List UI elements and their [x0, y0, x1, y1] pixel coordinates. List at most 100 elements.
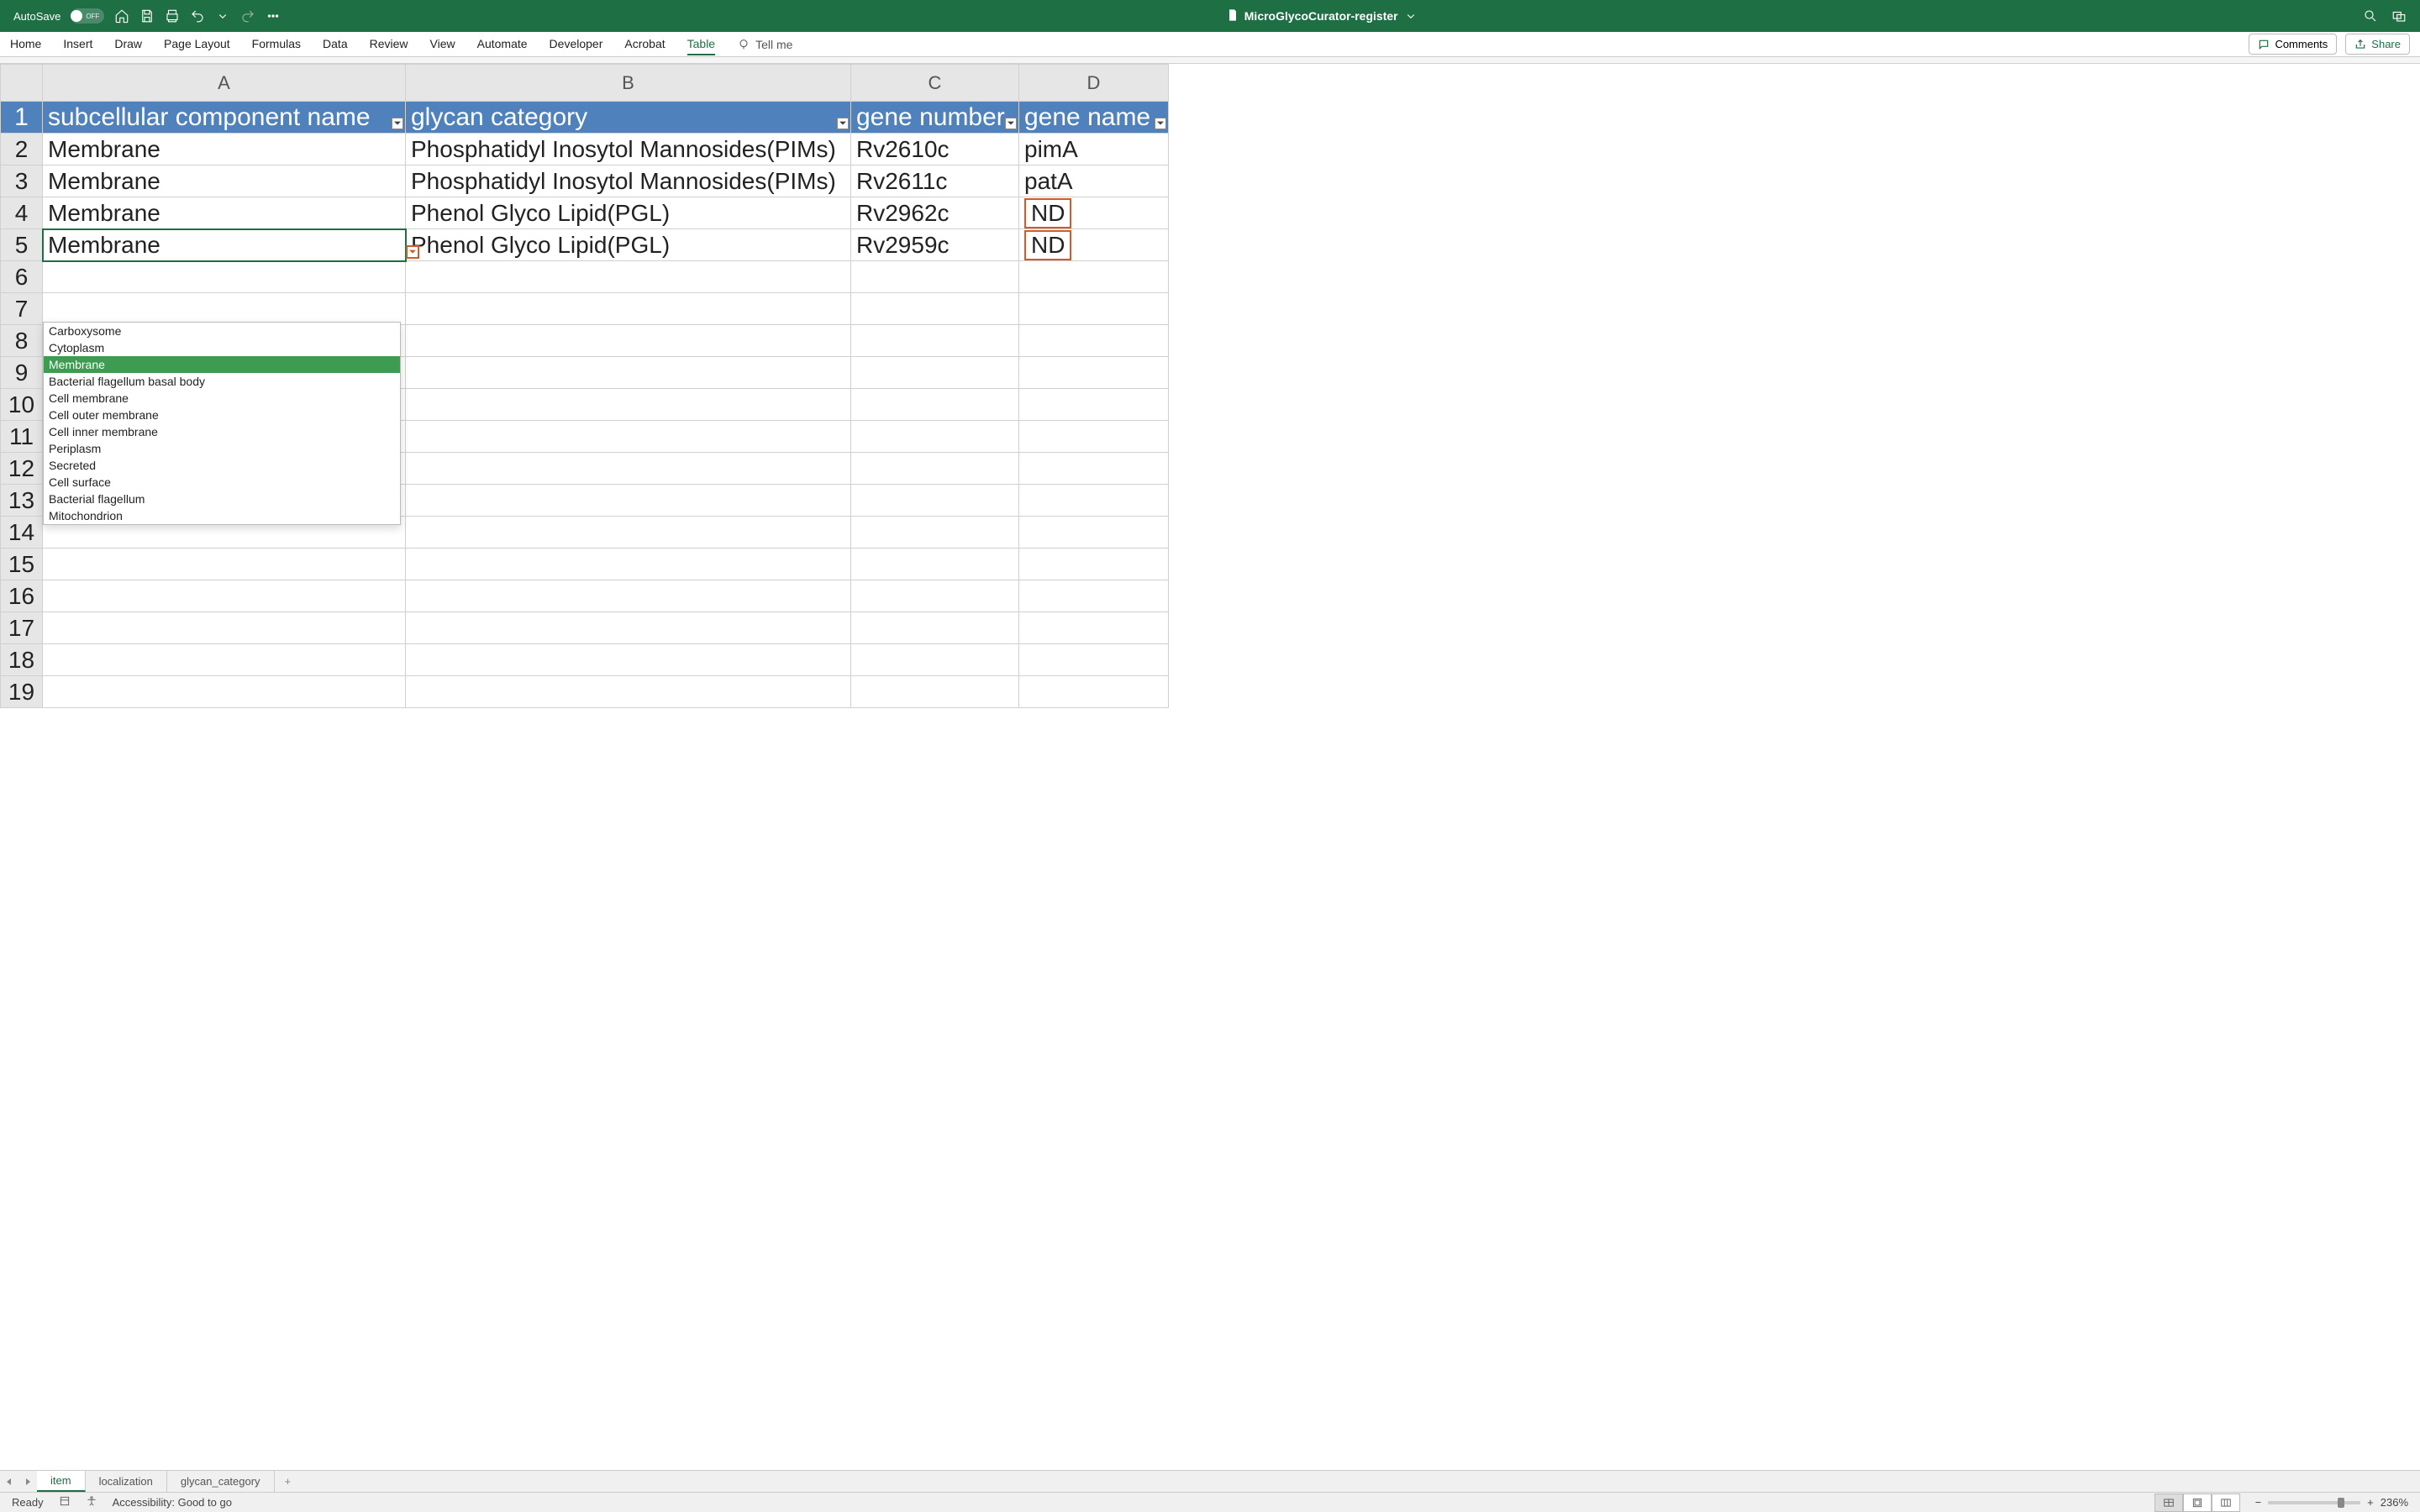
table-row[interactable]: 5 Membrane Phenol Glyco Lipid(PGL) Rv295…	[1, 229, 1169, 261]
more-icon[interactable]	[266, 8, 281, 24]
cell-B4[interactable]: Phenol Glyco Lipid(PGL)	[406, 197, 851, 229]
row-16[interactable]: 16	[1, 580, 43, 612]
table-header-row[interactable]: 1 subcellular component name glycan cate…	[1, 102, 1169, 134]
row-11[interactable]: 11	[1, 421, 43, 453]
view-page-layout[interactable]	[2183, 1494, 2212, 1512]
table-row[interactable]: 3 Membrane Phosphatidyl Inosytol Mannosi…	[1, 165, 1169, 197]
row-13[interactable]: 13	[1, 485, 43, 517]
sheet-nav-prev[interactable]	[0, 1471, 18, 1492]
row-6[interactable]: 6	[1, 261, 43, 293]
filter-icon[interactable]	[837, 118, 849, 129]
row-7[interactable]: 7	[1, 293, 43, 325]
dv-option[interactable]: Periplasm	[44, 440, 400, 457]
dv-option[interactable]: Cytoplasm	[44, 339, 400, 356]
cell-B5[interactable]: Phenol Glyco Lipid(PGL)	[406, 229, 851, 261]
row-4[interactable]: 4	[1, 197, 43, 229]
cell-C3[interactable]: Rv2611c	[851, 165, 1019, 197]
tellme[interactable]: Tell me	[737, 34, 792, 55]
hdr-gene-name[interactable]: gene name	[1019, 102, 1169, 134]
save-icon[interactable]	[139, 8, 155, 24]
row-8[interactable]: 8	[1, 325, 43, 357]
tab-review[interactable]: Review	[370, 34, 408, 55]
collapsed-formula-bar[interactable]	[0, 57, 2420, 64]
zoom-slider[interactable]	[2268, 1501, 2360, 1504]
dv-option[interactable]: Cell outer membrane	[44, 407, 400, 423]
tab-home[interactable]: Home	[10, 34, 41, 55]
cell-A4[interactable]: Membrane	[43, 197, 406, 229]
cell-D5[interactable]: ND	[1019, 229, 1169, 261]
row-3[interactable]: 3	[1, 165, 43, 197]
hdr-gene-number[interactable]: gene number	[851, 102, 1019, 134]
hdr-glycan[interactable]: glycan category	[406, 102, 851, 134]
data-validation-handle[interactable]	[406, 245, 419, 259]
col-D[interactable]: D	[1019, 65, 1169, 102]
row-17[interactable]: 17	[1, 612, 43, 644]
view-normal[interactable]	[2154, 1494, 2183, 1512]
dv-option[interactable]: Cell surface	[44, 474, 400, 491]
print-icon[interactable]	[165, 8, 180, 24]
row-10[interactable]: 10	[1, 389, 43, 421]
table-row[interactable]: 2 Membrane Phosphatidyl Inosytol Mannosi…	[1, 134, 1169, 165]
tab-developer[interactable]: Developer	[550, 34, 603, 55]
sheet-tab-localization[interactable]: localization	[86, 1471, 167, 1492]
home-icon[interactable]	[114, 8, 129, 24]
undo-dropdown-icon[interactable]	[215, 8, 230, 24]
select-all-corner[interactable]	[1, 65, 43, 102]
view-page-break[interactable]	[2212, 1494, 2240, 1512]
row-9[interactable]: 9	[1, 357, 43, 389]
dv-option[interactable]: Cell inner membrane	[44, 423, 400, 440]
row-19[interactable]: 19	[1, 676, 43, 708]
col-C[interactable]: C	[851, 65, 1019, 102]
cell-C4[interactable]: Rv2962c	[851, 197, 1019, 229]
comments-button[interactable]: Comments	[2249, 34, 2337, 55]
sheet-nav-next[interactable]	[18, 1471, 37, 1492]
row-14[interactable]: 14	[1, 517, 43, 549]
row-18[interactable]: 18	[1, 644, 43, 676]
undo-icon[interactable]	[190, 8, 205, 24]
cell-C5[interactable]: Rv2959c	[851, 229, 1019, 261]
hdr-subcellular[interactable]: subcellular component name	[43, 102, 406, 134]
column-headers[interactable]: A B C D	[1, 65, 1169, 102]
row-2[interactable]: 2	[1, 134, 43, 165]
sheet-tab-glycan-category[interactable]: glycan_category	[167, 1471, 275, 1492]
dv-option-selected[interactable]: Membrane	[44, 356, 400, 373]
row-1[interactable]: 1	[1, 102, 43, 134]
add-sheet-button[interactable]: +	[275, 1471, 302, 1492]
tab-insert[interactable]: Insert	[63, 34, 92, 55]
dv-option[interactable]: Mitochondrion	[44, 507, 400, 524]
zoom-out-icon[interactable]: −	[2255, 1496, 2262, 1509]
row-12[interactable]: 12	[1, 453, 43, 485]
tab-table[interactable]: Table	[687, 34, 715, 55]
dv-option[interactable]: Secreted	[44, 457, 400, 474]
row-5[interactable]: 5	[1, 229, 43, 261]
doc-chevron-icon[interactable]	[1403, 8, 1418, 24]
cell-A5[interactable]: Membrane	[43, 229, 406, 261]
doc-name[interactable]: MicroGlycoCurator-register	[1244, 9, 1398, 23]
col-B[interactable]: B	[406, 65, 851, 102]
row-15[interactable]: 15	[1, 549, 43, 580]
cell-A3[interactable]: Membrane	[43, 165, 406, 197]
cell-C2[interactable]: Rv2610c	[851, 134, 1019, 165]
tab-draw[interactable]: Draw	[114, 34, 142, 55]
dv-option[interactable]: Cell membrane	[44, 390, 400, 407]
dv-option[interactable]: Bacterial flagellum basal body	[44, 373, 400, 390]
share-button[interactable]: Share	[2345, 34, 2410, 55]
data-validation-dropdown[interactable]: Carboxysome Cytoplasm Membrane Bacterial…	[43, 322, 401, 525]
col-A[interactable]: A	[43, 65, 406, 102]
search-icon[interactable]	[2363, 8, 2378, 24]
accessibility-icon[interactable]	[86, 1495, 97, 1509]
dv-option[interactable]: Bacterial flagellum	[44, 491, 400, 507]
cell-A2[interactable]: Membrane	[43, 134, 406, 165]
tab-page-layout[interactable]: Page Layout	[164, 34, 230, 55]
zoom-value[interactable]: 236%	[2381, 1496, 2408, 1509]
cell-B3[interactable]: Phosphatidyl Inosytol Mannosides(PIMs)	[406, 165, 851, 197]
sheet-tab-item[interactable]: item	[37, 1471, 86, 1492]
switch-window-icon[interactable]	[2391, 8, 2407, 24]
cell-D4[interactable]: ND	[1019, 197, 1169, 229]
dv-option[interactable]: Carboxysome	[44, 323, 400, 339]
filter-icon[interactable]	[1005, 118, 1017, 129]
autosave-toggle[interactable]: OFF	[71, 8, 104, 24]
tab-formulas[interactable]: Formulas	[252, 34, 301, 55]
tab-view[interactable]: View	[430, 34, 455, 55]
cell-D3[interactable]: patA	[1019, 165, 1169, 197]
